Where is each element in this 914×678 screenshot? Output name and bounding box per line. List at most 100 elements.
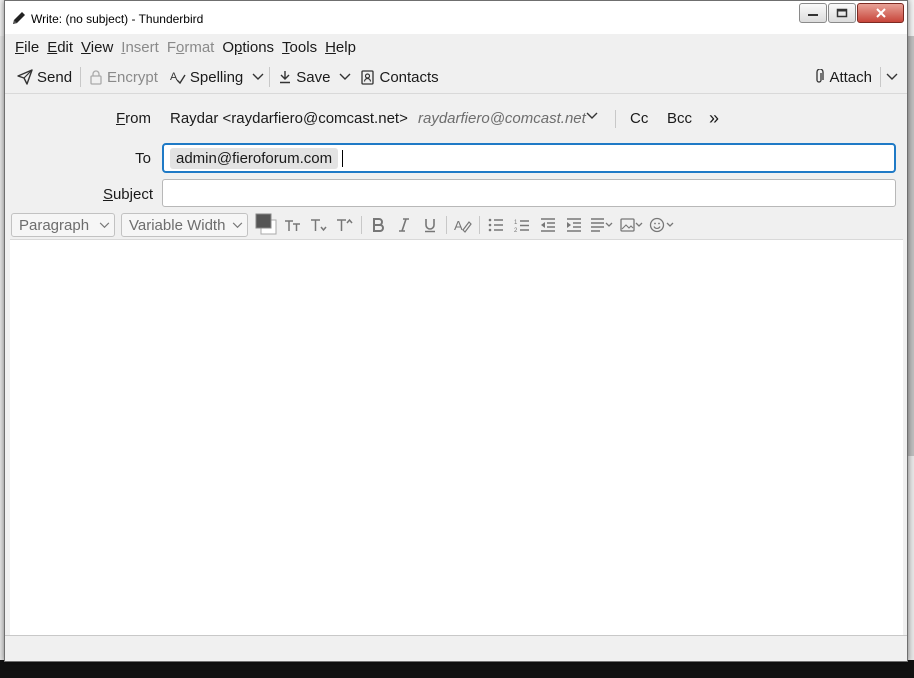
window-title: Write: (no subject) - Thunderbird	[31, 12, 204, 26]
bold-button[interactable]	[365, 213, 391, 237]
to-label: To	[135, 150, 151, 167]
format-toolbar: Paragraph Variable Width A 1 2	[11, 212, 677, 238]
attach-dropdown[interactable]	[883, 64, 901, 90]
send-button[interactable]: Send	[11, 64, 78, 90]
bcc-button[interactable]: Bcc	[667, 110, 692, 127]
insert-emoji-button[interactable]	[647, 213, 677, 237]
bold-icon	[373, 218, 384, 232]
font-size-normal-button[interactable]	[280, 213, 306, 237]
numbered-list-button[interactable]: 12	[509, 213, 535, 237]
subject-label-mnemonic: S	[102, 186, 113, 203]
pencil-icon	[13, 12, 25, 24]
menu-options-pre: O	[222, 38, 235, 56]
maximize-button[interactable]	[828, 3, 856, 23]
menu-options-label: tions	[242, 38, 275, 56]
compose-toolbar: Send Encrypt A Spelling Save Contacts At…	[5, 61, 907, 93]
insert-image-button[interactable]	[617, 213, 647, 237]
menu-tools-mnemonic: T	[282, 38, 290, 56]
menu-help-mnemonic: H	[325, 38, 336, 56]
menu-view[interactable]: View	[77, 39, 117, 56]
menu-help[interactable]: Help	[321, 39, 360, 56]
menu-file[interactable]: File	[11, 39, 43, 56]
menu-tools-label: ools	[289, 38, 318, 56]
menu-format-label: rmat	[184, 38, 215, 56]
menu-tools[interactable]: Tools	[278, 39, 321, 56]
menu-options[interactable]: Options	[218, 39, 278, 56]
save-label: Save	[296, 68, 331, 86]
header-separator	[615, 110, 616, 128]
menu-view-mnemonic: V	[81, 38, 91, 56]
font-select[interactable]: Variable Width	[121, 213, 248, 237]
menu-edit-label: dit	[57, 38, 74, 56]
spelling-dropdown[interactable]	[249, 64, 267, 90]
message-header: From Raydar <raydarfiero@comcast.net> ra…	[5, 93, 907, 239]
indent-button[interactable]	[561, 213, 587, 237]
svg-text:2: 2	[514, 228, 518, 233]
minimize-button[interactable]	[799, 3, 827, 23]
compose-window: Write: (no subject) - Thunderbird File E…	[4, 0, 908, 662]
format-separator	[446, 216, 447, 234]
toolbar-separator	[880, 67, 881, 87]
text-color-button[interactable]	[254, 213, 280, 237]
from-label-mnemonic: F	[115, 110, 126, 127]
underline-button[interactable]	[417, 213, 443, 237]
font-size-icon	[285, 220, 300, 231]
menu-insert-label: nsert	[125, 38, 159, 56]
spelling-label: Spelling	[189, 68, 244, 86]
status-bar	[5, 635, 907, 661]
bulleted-list-button[interactable]	[483, 213, 509, 237]
align-left-icon	[591, 218, 613, 232]
menu-bar: File Edit View Insert Format Options Too…	[5, 35, 907, 59]
clear-format-icon: A	[454, 218, 472, 233]
outdent-icon	[541, 218, 555, 232]
close-icon	[858, 4, 903, 22]
svg-text:1: 1	[514, 220, 518, 226]
more-fields-button[interactable]: »	[709, 108, 719, 129]
chevron-down-icon[interactable]	[586, 112, 598, 120]
subject-label: Subject	[102, 186, 153, 203]
contacts-button[interactable]: Contacts	[354, 64, 444, 90]
underline-icon	[425, 219, 435, 233]
send-icon	[17, 69, 33, 85]
lock-icon	[90, 70, 102, 85]
menu-format[interactable]: Format	[163, 39, 219, 56]
encrypt-button[interactable]: Encrypt	[83, 64, 164, 90]
menu-insert[interactable]: Insert	[117, 39, 163, 56]
attach-group: Attach	[807, 64, 901, 90]
maximize-icon	[829, 4, 855, 22]
attach-label: Attach	[829, 68, 872, 86]
font-select-value: Variable Width	[129, 216, 226, 234]
window-controls	[798, 3, 904, 23]
menu-file-mnemonic: F	[15, 38, 25, 56]
remove-formatting-button[interactable]: A	[450, 213, 476, 237]
save-button[interactable]: Save	[272, 64, 336, 90]
menu-edit-mnemonic: E	[47, 38, 58, 56]
format-separator	[361, 216, 362, 234]
from-identity[interactable]: Raydar <raydarfiero@comcast.net>	[170, 110, 408, 127]
cc-button[interactable]: Cc	[630, 110, 648, 127]
menu-edit[interactable]: Edit	[43, 39, 77, 56]
download-icon	[280, 71, 291, 84]
address-book-icon	[361, 69, 375, 85]
svg-text:A: A	[454, 218, 463, 233]
paragraph-select[interactable]: Paragraph	[11, 213, 115, 237]
title-bar[interactable]: Write: (no subject) - Thunderbird	[5, 1, 907, 34]
numbered-list-icon: 12	[514, 220, 529, 233]
increase-font-size-icon	[337, 218, 353, 231]
italic-button[interactable]	[391, 213, 417, 237]
align-button[interactable]	[587, 213, 617, 237]
subject-input[interactable]	[162, 179, 896, 207]
attach-button[interactable]: Attach	[807, 64, 878, 90]
save-dropdown[interactable]	[336, 64, 354, 90]
close-button[interactable]	[857, 3, 904, 23]
message-body-editor[interactable]	[10, 239, 903, 635]
to-input[interactable]: admin@fieroforum.com	[162, 143, 896, 173]
spelling-icon: A	[170, 71, 186, 85]
outdent-button[interactable]	[535, 213, 561, 237]
decrease-font-size-button[interactable]	[306, 213, 332, 237]
menu-help-label: elp	[335, 38, 356, 56]
recipient-pill[interactable]: admin@fieroforum.com	[170, 148, 339, 169]
menu-view-label: iew	[90, 38, 114, 56]
increase-font-size-button[interactable]	[332, 213, 358, 237]
spelling-button[interactable]: A Spelling	[164, 64, 249, 90]
